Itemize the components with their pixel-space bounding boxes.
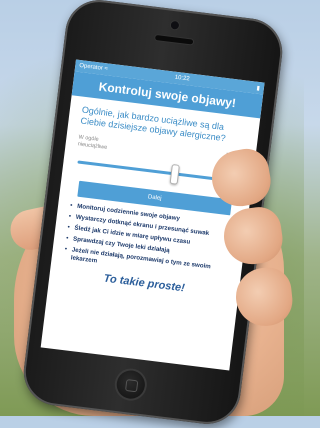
home-button-square [124,379,139,393]
slider-thumb[interactable] [169,163,180,185]
phone-screen: Operator ≈ 10:22 ▮ Kontroluj swoje objaw… [40,59,265,371]
carrier-label: Operator ≈ [78,62,109,73]
photo-scene: Operator ≈ 10:22 ▮ Kontroluj swoje objaw… [0,0,304,428]
battery-icon: ▮ [256,85,261,92]
status-time: 10:22 [174,74,190,83]
wifi-icon: ≈ [104,66,109,73]
